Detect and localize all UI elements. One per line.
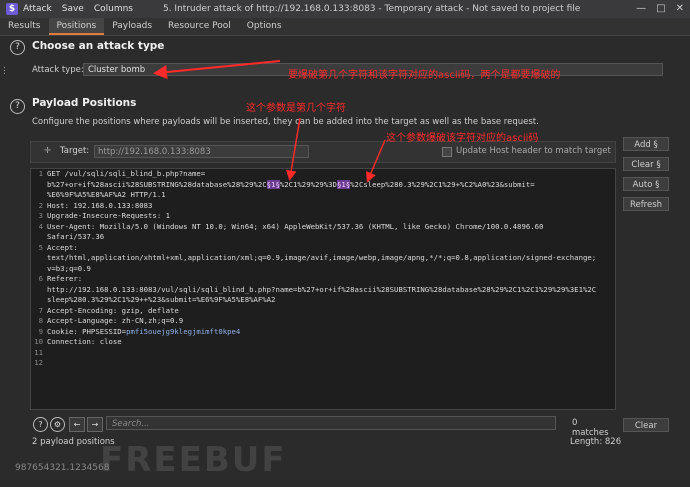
watermark-text: 987654321.1234568 — [15, 463, 110, 473]
annotation-arrow-second-marker — [366, 139, 386, 183]
freebuf-watermark-logo: FREEBUF — [100, 440, 287, 480]
annotation-arrow-attack-type — [153, 60, 281, 79]
annotation-attack-type: 要爆破第几个字符和该字符对应的ascii码，两个是都要爆破的 — [288, 70, 561, 81]
annotation-second-param: 这个参数爆破该字符对应的ascii码 — [386, 133, 539, 144]
annotation-first-param: 这个参数是第几个字符 — [246, 103, 346, 114]
annotation-arrow-first-marker — [286, 117, 301, 181]
